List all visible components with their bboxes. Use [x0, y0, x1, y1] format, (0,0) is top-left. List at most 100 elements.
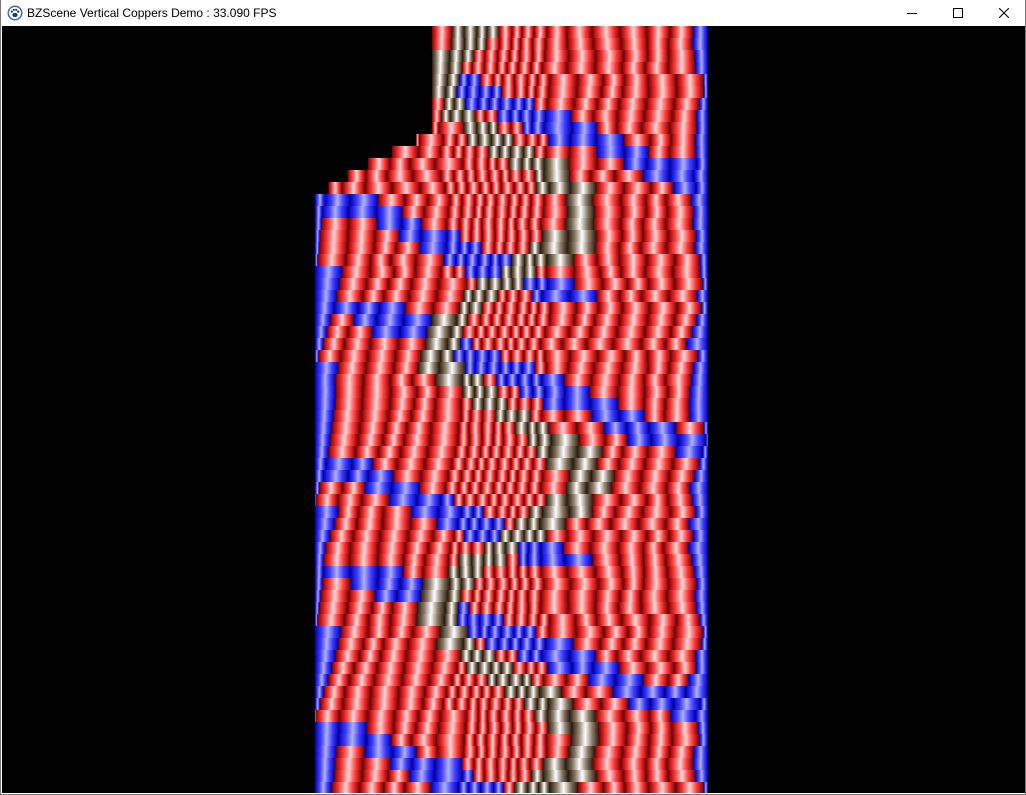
- copper-bar-segment: [506, 230, 518, 243]
- copper-bar-segment: [543, 170, 570, 183]
- copper-bar-segment: [569, 506, 593, 519]
- copper-bar-segment: [462, 374, 472, 387]
- copper-bar-segment: [454, 98, 466, 111]
- copper-bar-segment: [510, 122, 523, 135]
- copper-bar-segment: [664, 410, 690, 423]
- copper-bar-segment: [596, 254, 620, 267]
- copper-bar-segment: [319, 242, 348, 255]
- copper-bar-segment: [394, 362, 419, 375]
- copper-bar-segment: [576, 302, 599, 315]
- copper-bar-segment: [699, 458, 708, 471]
- copper-bar-segment: [390, 386, 417, 399]
- copper-bar-segment: [400, 578, 423, 591]
- copper-bar-segment: [434, 770, 463, 783]
- copper-bar-segment: [505, 410, 518, 423]
- copper-bar-segment: [622, 206, 647, 219]
- copper-bar-segment: [480, 182, 492, 195]
- copper-bar-segment: [476, 530, 490, 543]
- copper-bar-segment: [689, 386, 708, 399]
- copper-bar-segment: [315, 302, 335, 315]
- copper-bar-segment: [474, 578, 485, 591]
- copper-bar-segment: [574, 98, 598, 111]
- copper-bar-segment: [328, 446, 356, 459]
- copper-bar-segment: [691, 554, 708, 567]
- copper-bar-segment: [650, 698, 674, 711]
- copper-bar-segment: [497, 62, 508, 75]
- copper-bar-segment: [627, 434, 652, 447]
- copper-bar-segment: [315, 446, 329, 459]
- copper-bar-segment: [467, 134, 479, 147]
- copper-bar-segment: [489, 626, 501, 639]
- render-canvas[interactable]: [2, 26, 1025, 793]
- copper-bar-segment: [315, 602, 320, 615]
- copper-bar-segment: [646, 206, 668, 219]
- copper-bar-segment: [596, 230, 623, 243]
- copper-bar-segment: [537, 74, 550, 87]
- copper-bar-segment: [700, 698, 708, 711]
- copper-bar-segment: [342, 182, 366, 195]
- copper-bar-segment: [315, 458, 326, 471]
- copper-bar-segment: [421, 218, 447, 231]
- copper-bar-segment: [456, 182, 468, 195]
- copper-bar-segment: [318, 350, 341, 363]
- copper-bar-segment: [315, 194, 325, 207]
- copper-bar-segment: [570, 578, 599, 591]
- copper-bar-segment: [641, 602, 669, 615]
- copper-bar-segment: [459, 74, 469, 87]
- copper-bar-segment: [336, 746, 365, 759]
- copper-bar-segment: [498, 638, 511, 651]
- copper-bar-segment: [595, 62, 623, 75]
- copper-bar-segment: [695, 770, 708, 783]
- copper-bar-segment: [532, 38, 546, 51]
- copper-bar-segment: [365, 182, 393, 195]
- copper-bar-segment: [535, 530, 547, 543]
- copper-bar-segment: [597, 98, 620, 111]
- minimize-button[interactable]: [889, 0, 935, 26]
- copper-bar-segment: [531, 674, 544, 687]
- copper-bar-segment: [315, 590, 321, 603]
- copper-bar-segment: [423, 698, 444, 711]
- copper-bar-segment: [545, 110, 572, 123]
- copper-bar-segment: [438, 722, 466, 735]
- copper-bar-segment: [383, 506, 412, 519]
- copper-bar-segment: [323, 338, 345, 351]
- copper-bar-segment: [585, 686, 613, 699]
- copper-bar-segment: [416, 614, 445, 627]
- copper-bar-segment: [370, 338, 399, 351]
- copper-bar-segment: [567, 566, 596, 579]
- copper-bar-segment: [494, 338, 507, 351]
- copper-bar-segment: [538, 782, 550, 793]
- copper-bar-segment: [522, 710, 535, 723]
- copper-bar-segment: [569, 650, 596, 663]
- copper-bar-segment: [523, 350, 536, 363]
- copper-bar-segment: [524, 98, 535, 111]
- copper-bar-segment: [508, 206, 519, 219]
- maximize-button[interactable]: [935, 0, 981, 26]
- copper-bar-segment: [470, 410, 483, 423]
- copper-bar-segment: [688, 674, 708, 687]
- copper-bar-segment: [323, 686, 345, 699]
- copper-bar-segment: [449, 578, 462, 591]
- copper-bar-segment: [436, 734, 465, 747]
- copper-bar-segment: [536, 626, 549, 639]
- copper-bar-segment: [503, 782, 515, 793]
- copper-bar-segment: [510, 110, 521, 123]
- copper-bar-segment: [491, 662, 502, 675]
- copper-bar-segment: [668, 602, 697, 615]
- copper-bar-segment: [696, 290, 708, 303]
- copper-bar-segment: [500, 170, 510, 183]
- copper-bar-segment: [495, 206, 509, 219]
- close-button[interactable]: [981, 0, 1026, 26]
- copper-bar-segment: [526, 182, 537, 195]
- copper-bar-segment: [370, 686, 399, 699]
- copper-bar-segment: [516, 242, 530, 255]
- title-bar[interactable]: BZScene Vertical Coppers Demo : 33.090 F…: [1, 0, 1025, 26]
- copper-bar-segment: [644, 374, 666, 387]
- copper-bar-segment: [645, 326, 671, 339]
- copper-bar-segment: [462, 770, 474, 783]
- copper-bar-segment: [676, 614, 700, 627]
- copper-bar-segment: [693, 758, 708, 771]
- copper-bar-segment: [641, 338, 666, 351]
- copper-bar-segment: [703, 626, 708, 639]
- paw-icon[interactable]: [7, 5, 23, 21]
